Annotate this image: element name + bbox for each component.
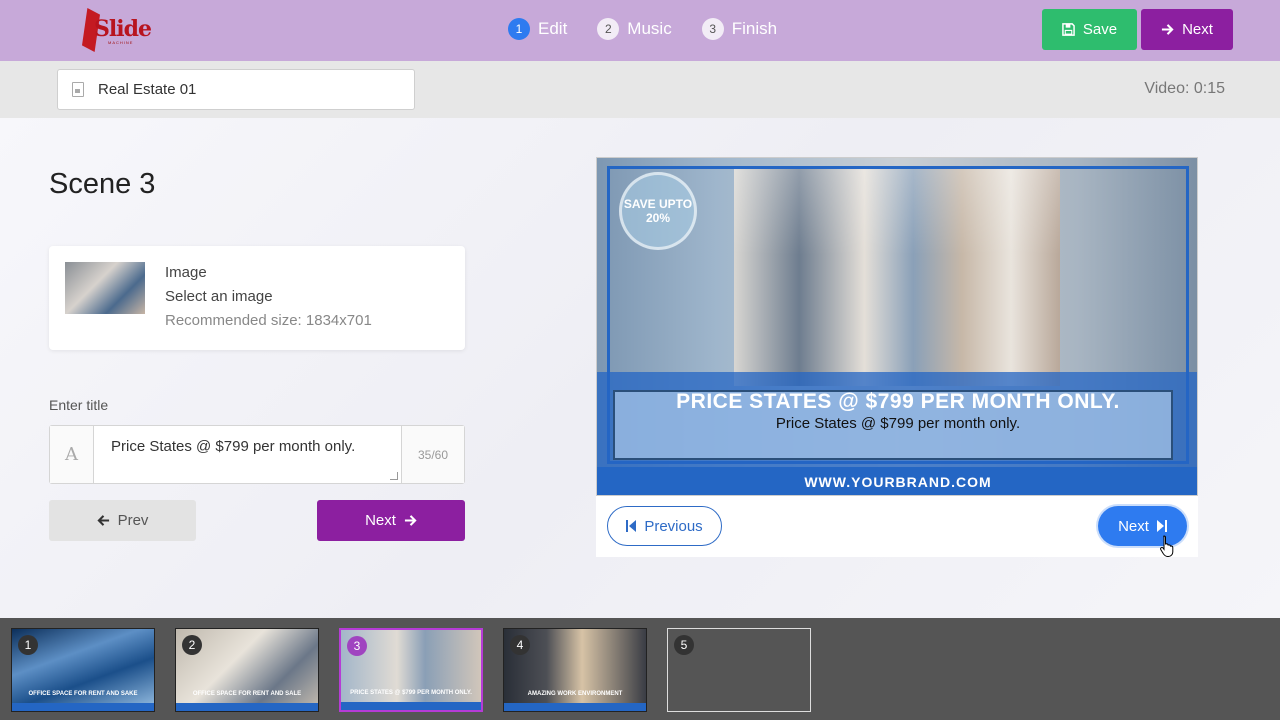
save-button[interactable]: Save [1042, 9, 1137, 50]
previous-label: Previous [644, 517, 703, 535]
editor-main: Scene 3 Image Select an image Recommende… [0, 118, 1280, 618]
next-label: Next [1182, 21, 1213, 38]
logo-text: Slide [94, 16, 152, 42]
step-number: 1 [508, 18, 530, 40]
title-textarea[interactable]: Price States @ $799 per month only. [111, 438, 355, 455]
scene-thumb-2[interactable]: 2 OFFICE SPACE FOR RENT AND SALE [175, 628, 319, 712]
image-picker-card[interactable]: Image Select an image Recommended size: … [49, 246, 465, 350]
skip-back-icon [626, 520, 637, 532]
project-bar: Real Estate 01 Video: 0:15 [0, 61, 1280, 118]
scene-footer [504, 703, 646, 711]
scene-title: Scene 3 [49, 168, 156, 200]
preview-badge: SAVE UPTO 20% [619, 172, 697, 250]
preview-previous-button[interactable]: Previous [607, 506, 722, 546]
select-image-link[interactable]: Select an image [165, 288, 273, 305]
next-scene-button[interactable]: Next [317, 500, 465, 541]
scene-thumb-4[interactable]: 4 AMAZING WORK ENVIRONMENT [503, 628, 647, 712]
textarea-resize-handle[interactable] [390, 472, 398, 480]
step-label: Finish [731, 19, 778, 38]
preview-caption-title: PRICE STATES @ $799 PER MONTH ONLY. [676, 390, 1120, 413]
preview-caption-text: Price States @ $799 per month only. [775, 415, 1021, 432]
scene-preview: SAVE UPTO 20% PRICE STATES @ $799 PER MO… [596, 157, 1198, 496]
preview-panel: SAVE UPTO 20% PRICE STATES @ $799 PER MO… [596, 157, 1198, 557]
scene-filmstrip: 1 OFFICE SPACE FOR RENT AND SAKE 2 OFFIC… [0, 618, 1280, 720]
text-type-icon: A [50, 426, 94, 483]
mouse-cursor-icon [1160, 535, 1174, 557]
prev-scene-button[interactable]: Prev [49, 500, 196, 541]
scene-number: 3 [347, 636, 367, 656]
video-duration: Video: 0:15 [1144, 80, 1225, 97]
scene-footer [176, 703, 318, 711]
step-music[interactable]: 2 Music [597, 18, 672, 40]
step-indicator: 1 Edit 2 Music 3 Finish [508, 18, 777, 40]
step-edit[interactable]: 1 Edit [508, 18, 567, 40]
next-label: Next [365, 512, 396, 529]
scene-number: 1 [18, 635, 38, 655]
scene-caption: AMAZING WORK ENVIRONMENT [527, 691, 623, 697]
title-char-count: 35/60 [401, 426, 464, 483]
skip-forward-icon [1156, 520, 1167, 532]
prev-label: Prev [117, 512, 149, 529]
arrow-left-icon [96, 515, 109, 526]
scene-number: 2 [182, 635, 202, 655]
arrow-right-icon [1162, 24, 1174, 35]
scene-footer [341, 702, 481, 710]
scene-number: 5 [674, 635, 694, 655]
logo-subtext: MACHINE [108, 40, 134, 45]
step-label: Music [627, 19, 672, 38]
floppy-disk-icon [1062, 23, 1075, 36]
scene-caption: PRICE STATES @ $799 PER MONTH ONLY. [350, 690, 472, 696]
scene-thumb-5[interactable]: 5 [667, 628, 811, 712]
scene-number: 4 [510, 635, 530, 655]
project-name: Real Estate 01 [98, 81, 197, 98]
scene-caption: OFFICE SPACE FOR RENT AND SALE [192, 691, 302, 697]
scene-caption: OFFICE SPACE FOR RENT AND SAKE [28, 691, 138, 697]
step-label: Edit [538, 19, 568, 38]
project-name-input[interactable]: Real Estate 01 [57, 69, 415, 110]
title-field: A Price States @ $799 per month only. 35… [49, 425, 465, 484]
document-icon [72, 82, 84, 97]
step-number: 3 [701, 18, 724, 40]
image-label: Image [165, 264, 207, 281]
step-finish[interactable]: 3 Finish [701, 18, 778, 40]
arrow-right-icon [404, 515, 417, 526]
scene-thumb-3[interactable]: 3 PRICE STATES @ $799 PER MONTH ONLY. [339, 628, 483, 712]
next-label: Next [1118, 517, 1149, 535]
top-bar: Slide MACHINE 1 Edit 2 Music 3 Finish Sa… [0, 0, 1280, 61]
scene-image-thumbnail[interactable] [65, 262, 145, 314]
scene-thumb-1[interactable]: 1 OFFICE SPACE FOR RENT AND SAKE [11, 628, 155, 712]
save-label: Save [1082, 21, 1118, 38]
scene-footer [12, 703, 154, 711]
recommended-size: Recommended size: 1834x701 [165, 312, 372, 329]
header-next-button[interactable]: Next [1141, 9, 1233, 50]
step-number: 2 [597, 18, 620, 40]
app-logo[interactable]: Slide MACHINE [80, 8, 152, 52]
title-field-label: Enter title [49, 397, 109, 413]
preview-brand: WWW.YOURBRAND.COM [597, 467, 1197, 495]
